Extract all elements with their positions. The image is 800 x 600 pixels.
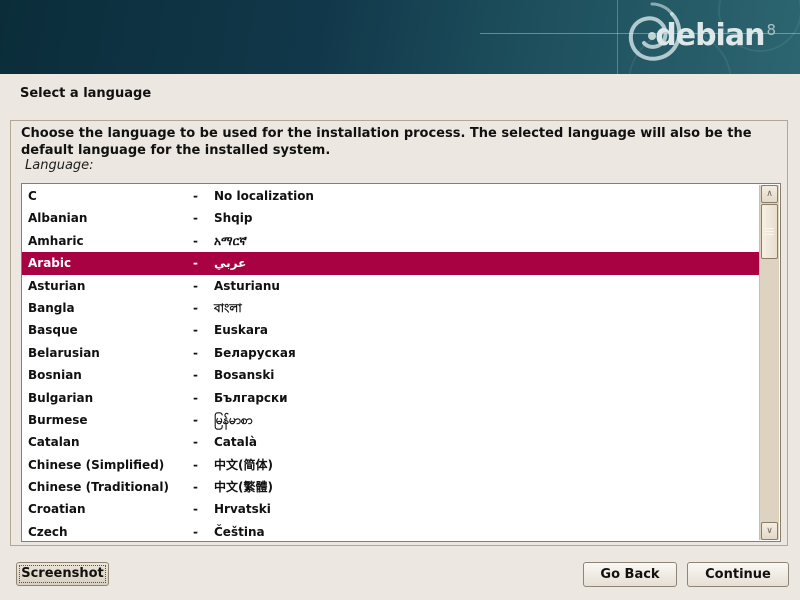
- go-back-button[interactable]: Go Back: [583, 562, 677, 587]
- language-name: Amharic: [22, 230, 190, 252]
- language-row[interactable]: Bulgarian - Български: [22, 387, 759, 409]
- language-native: Català: [214, 431, 759, 453]
- language-row[interactable]: Basque - Euskara: [22, 319, 759, 341]
- language-native: বাংলা: [214, 297, 759, 319]
- language-name: C: [22, 185, 190, 207]
- language-separator: -: [190, 342, 214, 364]
- banner: debian8: [0, 0, 800, 74]
- language-native: Čeština: [214, 521, 759, 541]
- language-separator: -: [190, 521, 214, 541]
- language-name: Croatian: [22, 498, 190, 520]
- language-native: 中文(繁體): [214, 476, 759, 498]
- language-row[interactable]: Belarusian - Беларуская: [22, 342, 759, 364]
- language-row[interactable]: Bangla - বাংলা: [22, 297, 759, 319]
- language-row[interactable]: Chinese (Simplified) - 中文(简体): [22, 454, 759, 476]
- language-name: Bangla: [22, 297, 190, 319]
- language-row[interactable]: Albanian - Shqip: [22, 207, 759, 229]
- language-name: Burmese: [22, 409, 190, 431]
- language-name: Catalan: [22, 431, 190, 453]
- language-row[interactable]: Burmese - မြန်မာစာ: [22, 409, 759, 431]
- language-name: Asturian: [22, 275, 190, 297]
- scroll-down-icon: ∨: [766, 526, 773, 536]
- language-separator: -: [190, 297, 214, 319]
- language-separator: -: [190, 498, 214, 520]
- screenshot-button[interactable]: Screenshot: [16, 562, 109, 586]
- language-name: Arabic: [22, 252, 190, 274]
- language-row[interactable]: Catalan - Català: [22, 431, 759, 453]
- language-row[interactable]: Croatian - Hrvatski: [22, 498, 759, 520]
- language-row[interactable]: C - No localization: [22, 185, 759, 207]
- language-name: Basque: [22, 319, 190, 341]
- brand-name: debian: [655, 18, 764, 53]
- language-field-label: Language:: [25, 158, 94, 173]
- language-list-rows: C - No localization Albanian - Shqip Amh…: [22, 185, 759, 541]
- language-native: မြန်မာစာ: [214, 409, 759, 431]
- dialog-frame: Choose the language to be used for the i…: [10, 120, 788, 546]
- brand-version: 8: [766, 21, 776, 39]
- language-native: 中文(简体): [214, 454, 759, 476]
- language-separator: -: [190, 409, 214, 431]
- language-row[interactable]: Bosnian - Bosanski: [22, 364, 759, 386]
- language-name: Chinese (Traditional): [22, 476, 190, 498]
- description-line-1: Choose the language to be used for the i…: [21, 125, 781, 142]
- language-separator: -: [190, 476, 214, 498]
- language-name: Bulgarian: [22, 387, 190, 409]
- language-row[interactable]: Amharic - አማርኛ: [22, 230, 759, 252]
- language-listbox: C - No localization Albanian - Shqip Amh…: [21, 183, 781, 542]
- scroll-up-button[interactable]: ∧: [761, 185, 778, 203]
- language-native: Беларуская: [214, 342, 759, 364]
- language-native: Shqip: [214, 207, 759, 229]
- brand-logo: debian8: [655, 18, 776, 53]
- language-name: Chinese (Simplified): [22, 454, 190, 476]
- scroll-up-icon: ∧: [766, 189, 773, 199]
- language-row[interactable]: Czech - Čeština: [22, 521, 759, 541]
- language-separator: -: [190, 454, 214, 476]
- page-title: Select a language: [20, 86, 151, 101]
- continue-button[interactable]: Continue: [687, 562, 789, 587]
- language-native: No localization: [214, 185, 759, 207]
- language-native: Български: [214, 387, 759, 409]
- language-name: Albanian: [22, 207, 190, 229]
- scrollbar-thumb[interactable]: [761, 204, 778, 259]
- language-separator: -: [190, 319, 214, 341]
- language-separator: -: [190, 230, 214, 252]
- language-name: Bosnian: [22, 364, 190, 386]
- language-row[interactable]: Chinese (Traditional) - 中文(繁體): [22, 476, 759, 498]
- language-separator: -: [190, 207, 214, 229]
- language-native: Asturianu: [214, 275, 759, 297]
- scroll-down-button[interactable]: ∨: [761, 522, 778, 540]
- language-separator: -: [190, 252, 214, 274]
- vertical-scrollbar[interactable]: ∧ ∨: [759, 185, 779, 540]
- description-line-2: default language for the installed syste…: [21, 142, 781, 159]
- language-separator: -: [190, 431, 214, 453]
- language-native: Euskara: [214, 319, 759, 341]
- language-native: Bosanski: [214, 364, 759, 386]
- dialog-description: Choose the language to be used for the i…: [21, 125, 781, 159]
- language-row[interactable]: Asturian - Asturianu: [22, 275, 759, 297]
- language-native: አማርኛ: [214, 230, 759, 252]
- language-name: Czech: [22, 521, 190, 541]
- language-native: Hrvatski: [214, 498, 759, 520]
- language-separator: -: [190, 275, 214, 297]
- language-separator: -: [190, 364, 214, 386]
- language-separator: -: [190, 387, 214, 409]
- language-name: Belarusian: [22, 342, 190, 364]
- installer-window: debian8 Select a language Choose the lan…: [0, 0, 800, 600]
- language-separator: -: [190, 185, 214, 207]
- language-native: عربي: [214, 252, 759, 274]
- language-row[interactable]: Arabic - عربي: [22, 252, 759, 274]
- scrollbar-grip: [765, 228, 774, 236]
